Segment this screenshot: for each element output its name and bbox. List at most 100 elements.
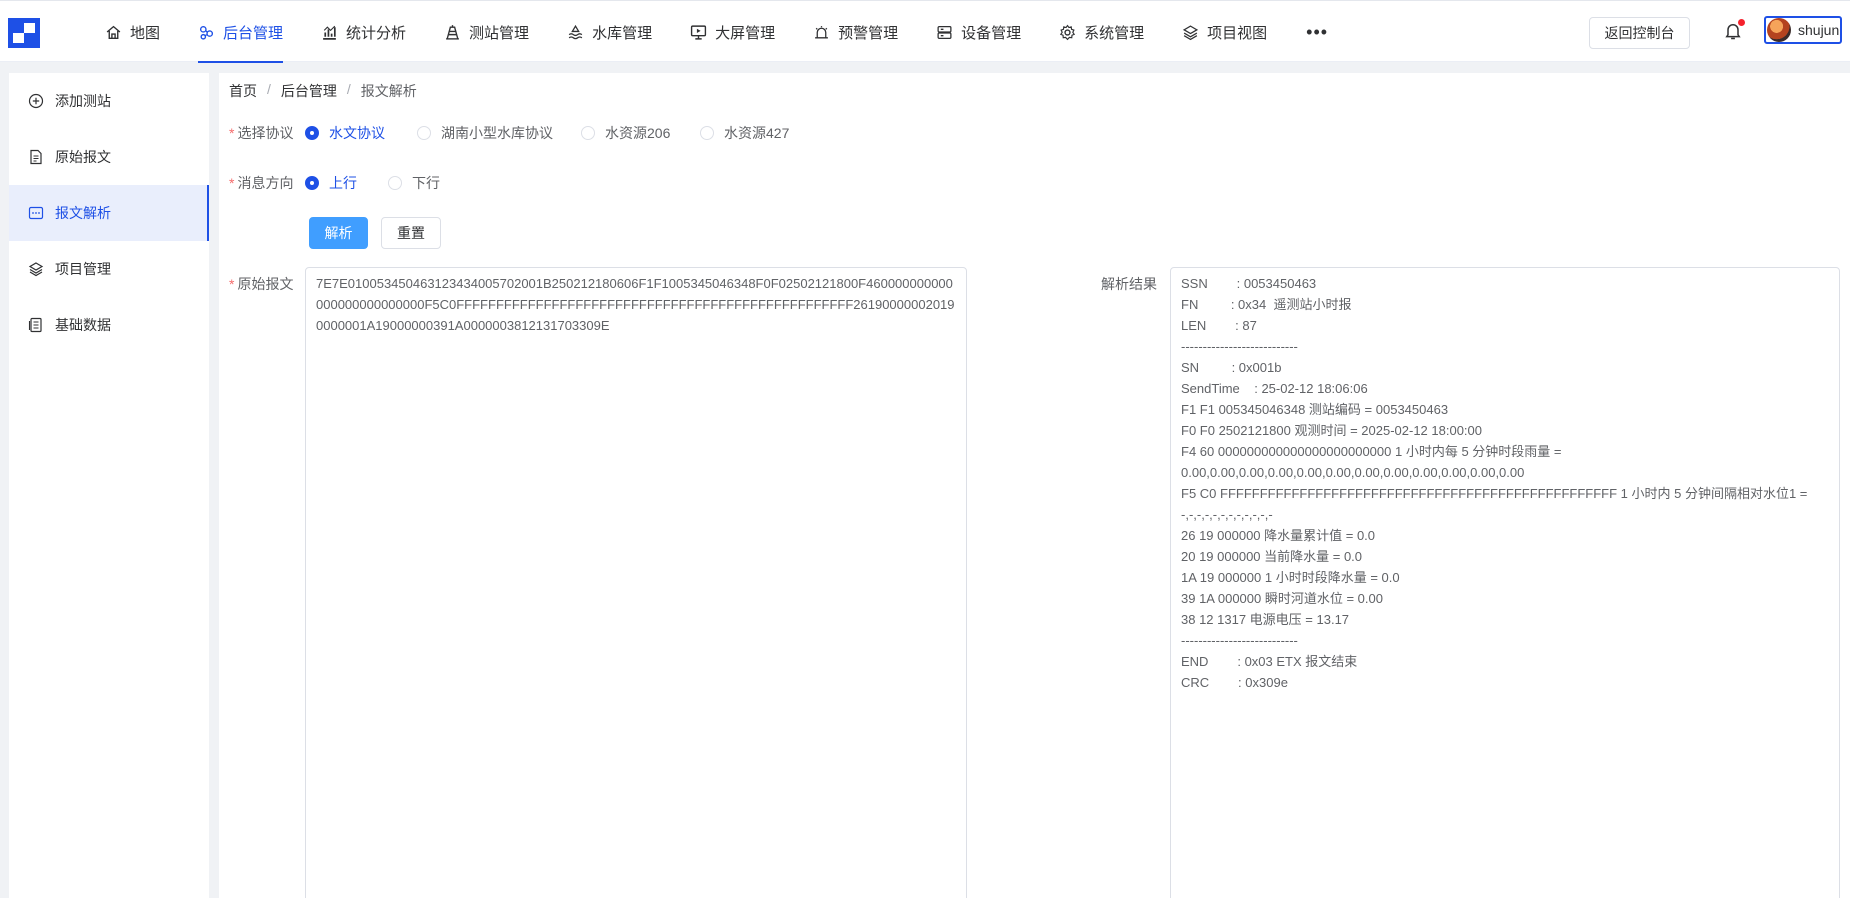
radio-label: 上行	[329, 175, 357, 191]
result-line: ---------------------------	[1181, 633, 1298, 648]
result-line: SendTime : 25-02-12 18:06:06	[1181, 381, 1368, 396]
protocol-label: * 选择协议	[229, 123, 293, 143]
radio-direction-up[interactable]: 上行	[305, 173, 357, 193]
nav-item-map[interactable]: 地图	[86, 1, 179, 63]
top-navbar: 地图 后台管理 统计分析 测站管理 水库管理 大屏管理 预警管理 设备管理 系统…	[0, 0, 1850, 63]
radio-label: 下行	[412, 175, 440, 191]
nav-item-reservoir[interactable]: 水库管理	[548, 1, 671, 63]
cluster-icon	[199, 25, 214, 40]
result-line: SSN : 0053450463	[1181, 276, 1317, 291]
nav-item-label: 项目视图	[1207, 24, 1268, 42]
sidebar-item-label: 添加测站	[55, 93, 111, 109]
nav-item-stations[interactable]: 测站管理	[425, 1, 548, 63]
sidebar-item-add-station[interactable]: 添加测站	[9, 73, 209, 129]
sidebar-item-base-data[interactable]: 基础数据	[9, 297, 209, 353]
avatar	[1767, 18, 1791, 42]
breadcrumb-current: 报文解析	[360, 83, 417, 99]
result-line: F1 F1 005345046348 测站编码 = 0053450463	[1181, 402, 1449, 417]
direction-label-text: 消息方向	[237, 175, 294, 191]
sidebar-item-label: 报文解析	[55, 205, 111, 221]
layers-icon	[1183, 24, 1199, 40]
main-nav: 地图 后台管理 统计分析 测站管理 水库管理 大屏管理 预警管理 设备管理 系统…	[86, 1, 1348, 63]
sidebar-item-label: 基础数据	[55, 317, 111, 333]
chart-icon	[323, 25, 336, 40]
result-line: F4 60 000000000000000000000000 1 小时内每 5 …	[1181, 444, 1562, 459]
result-line: SN : 0x001b	[1181, 360, 1282, 375]
sidebar-item-label: 原始报文	[55, 149, 111, 165]
radio-dot	[388, 176, 402, 190]
username: shujun	[1798, 22, 1840, 38]
result-line: CRC : 0x309e	[1181, 675, 1288, 690]
server-icon	[937, 25, 952, 39]
radio-dot	[305, 176, 319, 190]
radio-dot	[417, 126, 431, 140]
radio-label: 湖南小型水库协议	[441, 125, 553, 141]
layers-icon	[28, 262, 44, 277]
result-line: F0 F0 2502121800 观测时间 = 2025-02-12 18:00…	[1181, 423, 1483, 438]
sidebar-item-project-manage[interactable]: 项目管理	[9, 241, 209, 297]
result-line: F5 C0 FFFFFFFFFFFFFFFFFFFFFFFFFFFFFFFFFF…	[1181, 486, 1808, 501]
parse-button[interactable]: 解析	[309, 217, 368, 249]
nav-item-label: 地图	[130, 24, 161, 42]
breadcrumb: 首页 / 后台管理 / 报文解析	[229, 81, 417, 101]
result-line: 0.00,0.00,0.00,0.00,0.00,0.00,0.00,0.00,…	[1181, 465, 1525, 480]
nav-item-label: 设备管理	[961, 24, 1022, 42]
result-line: 1A 19 000000 1 小时时段降水量 = 0.0	[1181, 570, 1400, 585]
radio-direction-down[interactable]: 下行	[388, 173, 440, 193]
document-icon	[30, 149, 42, 165]
nav-item-label: 大屏管理	[715, 24, 776, 42]
reservoir-icon	[568, 24, 583, 39]
gear-icon	[1060, 24, 1076, 40]
user-menu[interactable]: shujun	[1764, 16, 1842, 44]
nav-item-label: 系统管理	[1084, 24, 1145, 42]
parse-result-textarea[interactable]: SSN : 0053450463 FN : 0x34 遥测站小时报 LEN : 87…	[1170, 267, 1840, 898]
radio-dot	[700, 126, 714, 140]
breadcrumb-home[interactable]: 首页	[229, 81, 257, 101]
result-line: LEN : 87	[1181, 318, 1257, 333]
required-mark: *	[229, 125, 235, 141]
nav-item-label: 统计分析	[346, 24, 407, 42]
nav-item-project-view[interactable]: 项目视图	[1163, 1, 1286, 63]
result-label: 解析结果	[1101, 276, 1157, 292]
radio-label: 水文协议	[329, 125, 385, 141]
raw-message-textarea[interactable]: 7E7E010053450463123434005702001B25021218…	[305, 267, 967, 898]
station-icon	[446, 24, 459, 40]
notification-dot	[1738, 19, 1745, 26]
nav-more-button[interactable]: •••	[1286, 1, 1348, 63]
sidebar-item-raw-message[interactable]: 原始报文	[9, 129, 209, 185]
nav-item-devices[interactable]: 设备管理	[917, 1, 1040, 63]
nav-item-alarm[interactable]: 预警管理	[794, 1, 917, 63]
result-line: 39 1A 000000 瞬时河道水位 = 0.00	[1181, 591, 1383, 606]
alarm-icon	[815, 25, 828, 38]
nav-item-statistics[interactable]: 统计分析	[302, 1, 425, 63]
breadcrumb-separator: /	[267, 81, 271, 97]
result-line: 20 19 000000 当前降水量 = 0.0	[1181, 549, 1363, 564]
nav-item-label: 水库管理	[592, 24, 653, 42]
monitor-icon	[690, 24, 707, 40]
nav-item-backend[interactable]: 后台管理	[179, 1, 302, 63]
radio-label: 水资源427	[724, 125, 790, 141]
reset-button[interactable]: 重置	[381, 217, 441, 249]
sidebar-item-message-parse[interactable]: 报文解析	[9, 185, 209, 241]
nav-item-bigscreen[interactable]: 大屏管理	[671, 1, 794, 63]
result-line: 38 12 1317 电源电压 = 13.17	[1181, 612, 1350, 627]
radio-protocol-hydrology[interactable]: 水文协议	[305, 123, 385, 143]
sidebar-item-label: 项目管理	[55, 261, 111, 277]
plus-circle-icon	[28, 93, 44, 109]
radio-protocol-water-206[interactable]: 水资源206	[581, 123, 670, 143]
nav-item-label: 预警管理	[838, 24, 899, 42]
radio-protocol-water-427[interactable]: 水资源427	[700, 123, 789, 143]
radio-protocol-hunan-reservoir[interactable]: 湖南小型水库协议	[417, 123, 553, 143]
message-icon	[28, 206, 44, 220]
direction-label: * 消息方向	[229, 173, 293, 193]
protocol-label-text: 选择协议	[237, 125, 294, 141]
app-logo-icon[interactable]	[8, 18, 40, 48]
result-line: -,-,-,-,-,-,-,-,-,-,-,-	[1181, 507, 1273, 522]
back-to-console-button[interactable]: 返回控制台	[1589, 17, 1690, 49]
data-sheet-icon	[28, 317, 42, 333]
required-mark: *	[229, 175, 235, 191]
nav-item-system[interactable]: 系统管理	[1040, 1, 1163, 63]
breadcrumb-separator: /	[346, 81, 351, 97]
breadcrumb-backend[interactable]: 后台管理	[281, 81, 337, 101]
raw-message-label: * 原始报文	[229, 274, 293, 294]
